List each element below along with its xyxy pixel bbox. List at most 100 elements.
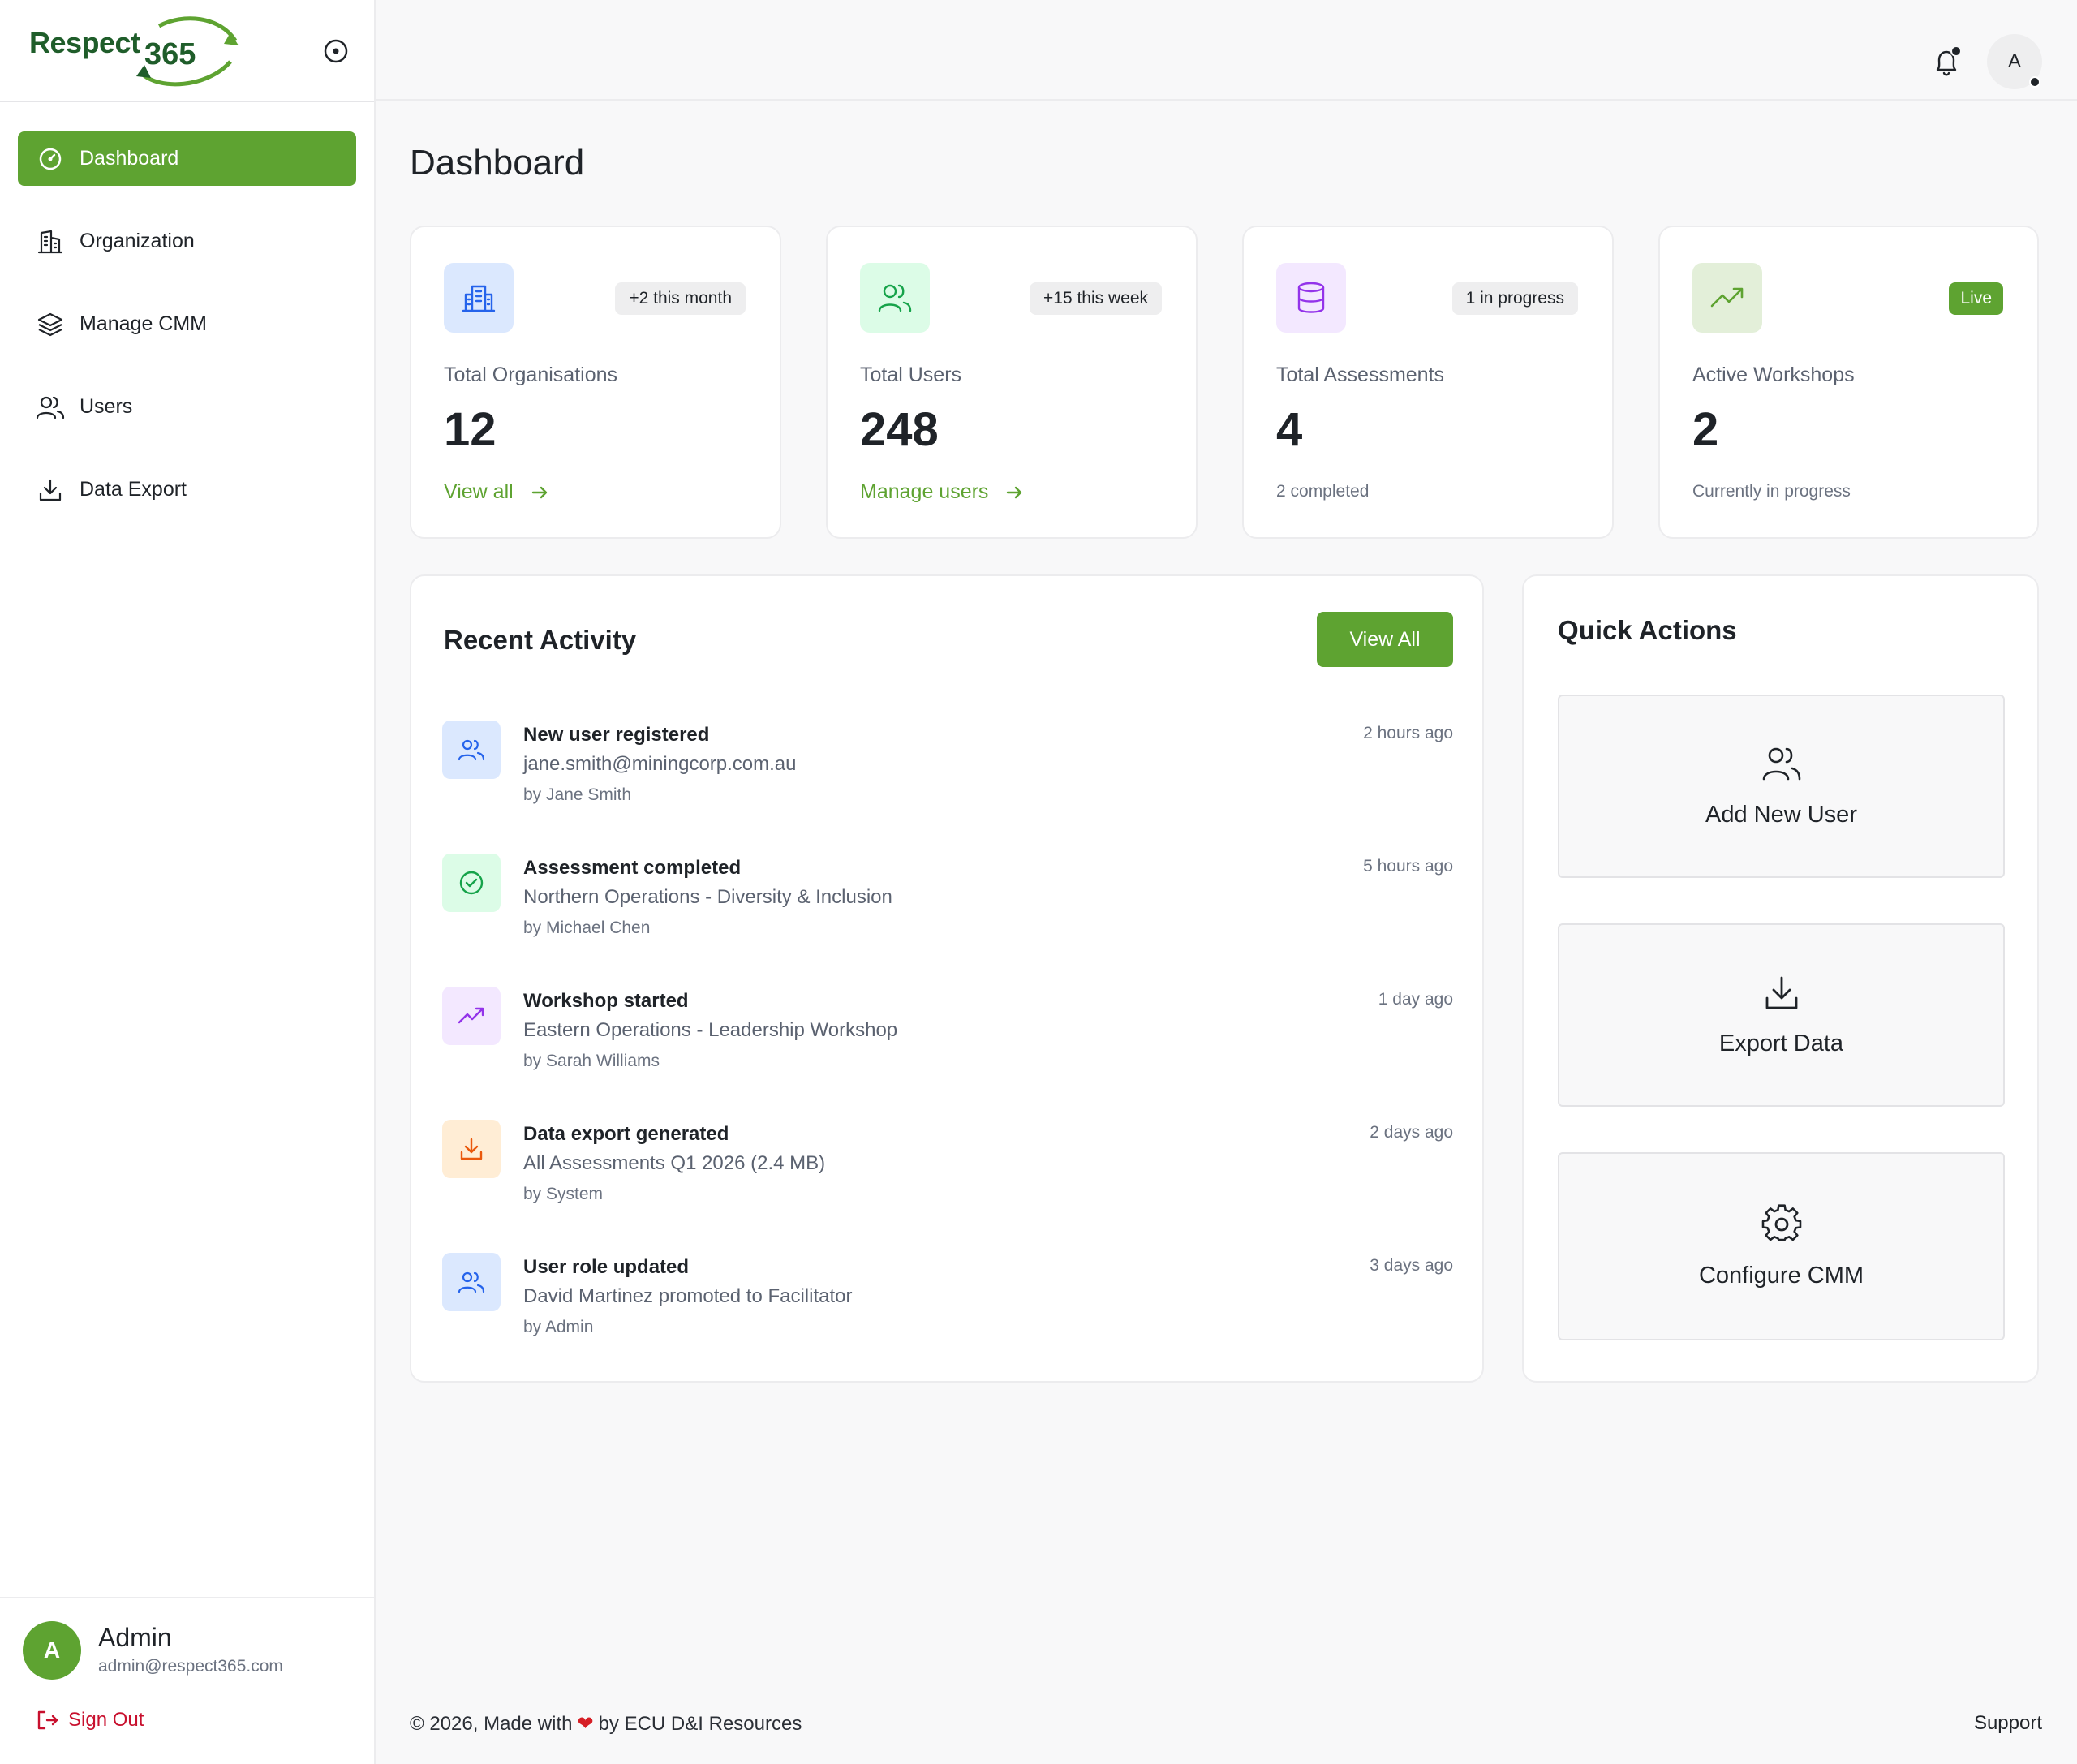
quick-action-label: Add New User: [1705, 802, 1857, 828]
download-icon: [36, 475, 65, 505]
sidebar-nav: Dashboard Organization Manage CMM Users …: [0, 102, 374, 517]
stat-label: Total Organisations: [444, 364, 618, 386]
activity-author: by System: [523, 1185, 604, 1203]
sidebar-user-section: A Admin admin@respect365.com Sign Out: [0, 1597, 374, 1764]
gear-icon: [1761, 1204, 1801, 1241]
activity-description: All Assessments Q1 2026 (2.4 MB): [523, 1152, 826, 1174]
activity-time: 2 days ago: [1370, 1123, 1453, 1142]
activity-item[interactable]: User role updated David Martinez promote…: [442, 1253, 1453, 1350]
brand-number: 365: [144, 37, 196, 71]
stat-card-workshops: Live Active Workshops 2 Currently in pro…: [1658, 226, 2039, 539]
footer-text-end: by ECU D&I Resources: [598, 1712, 802, 1735]
recent-activity-title: Recent Activity: [444, 625, 637, 655]
check-circle-icon: [442, 854, 501, 912]
download-icon: [1765, 976, 1797, 1009]
quick-actions-title: Quick Actions: [1558, 615, 1737, 645]
database-icon: [1276, 263, 1346, 333]
live-badge: Live: [1949, 282, 2003, 315]
heart-icon: ❤: [577, 1713, 594, 1735]
sign-out-icon: [37, 1710, 58, 1730]
stat-card-users: +15 this week Total Users 248 Manage use…: [826, 226, 1198, 539]
brand-logo[interactable]: Respect 365: [29, 16, 239, 88]
manage-users-link[interactable]: Manage users: [860, 480, 1024, 504]
activity-time: 2 hours ago: [1363, 724, 1453, 742]
stat-badge: +2 this month: [615, 282, 746, 315]
brand-name: Respect: [29, 26, 140, 59]
layers-icon: [36, 310, 65, 339]
activity-time: 1 day ago: [1378, 990, 1453, 1009]
notification-dot: [1950, 45, 1962, 57]
quick-action-label: Configure CMM: [1698, 1263, 1864, 1289]
support-link[interactable]: Support: [1974, 1712, 2042, 1735]
users-icon: [442, 721, 501, 779]
activity-item[interactable]: Workshop started Eastern Operations - Le…: [442, 987, 1453, 1084]
sidebar-item-label: Dashboard: [80, 147, 179, 170]
user-avatar[interactable]: A: [23, 1621, 81, 1680]
page-title: Dashboard: [410, 143, 585, 183]
arrow-right-icon: [531, 486, 547, 498]
activity-author: by Michael Chen: [523, 919, 651, 937]
activity-description: Northern Operations - Diversity & Inclus…: [523, 886, 892, 908]
footer-text-start: © 2026, Made with: [410, 1712, 573, 1735]
user-name: Admin: [98, 1623, 172, 1652]
circle-dot-icon: [324, 39, 348, 63]
stat-card-organisations: +2 this month Total Organisations 12 Vie…: [410, 226, 781, 539]
activity-item[interactable]: New user registered jane.smith@miningcor…: [442, 721, 1453, 818]
quick-actions-panel: Quick Actions Add New User Export Data C…: [1522, 574, 2039, 1383]
activity-time: 3 days ago: [1370, 1256, 1453, 1275]
add-new-user-button[interactable]: Add New User: [1558, 695, 2005, 878]
sidebar-item-label: Organization: [80, 230, 195, 252]
users-icon: [442, 1253, 501, 1311]
stat-label: Total Assessments: [1276, 364, 1445, 386]
configure-cmm-button[interactable]: Configure CMM: [1558, 1152, 2005, 1340]
stat-badge: +15 this week: [1030, 282, 1162, 315]
activity-author: by Sarah Williams: [523, 1052, 660, 1070]
profile-initial: A: [2007, 50, 2021, 72]
activity-item[interactable]: Assessment completed Northern Operations…: [442, 854, 1453, 951]
activity-title: Assessment completed: [523, 857, 742, 879]
trending-up-icon: [442, 987, 501, 1045]
activity-title: Data export generated: [523, 1123, 729, 1145]
recent-activity-panel: Recent Activity View All New user regist…: [410, 574, 1484, 1383]
link-label: Manage users: [860, 480, 989, 503]
export-data-button[interactable]: Export Data: [1558, 923, 2005, 1107]
sidebar-item-data-export[interactable]: Data Export: [18, 463, 356, 517]
sidebar-brand: Respect 365: [0, 0, 374, 102]
stat-value: 12: [444, 403, 497, 456]
activity-item[interactable]: Data export generated All Assessments Q1…: [442, 1120, 1453, 1217]
sidebar: Respect 365 Dashboard Organization Manag…: [0, 0, 376, 1764]
sidebar-item-users[interactable]: Users: [18, 380, 356, 434]
stat-subtext: 2 completed: [1276, 482, 1370, 501]
sidebar-item-dashboard[interactable]: Dashboard: [18, 131, 356, 186]
stat-value: 2: [1692, 403, 1719, 456]
collapse-sidebar-button[interactable]: [322, 37, 350, 65]
stat-label: Active Workshops: [1692, 364, 1855, 386]
sidebar-item-label: Manage CMM: [80, 312, 207, 335]
stat-badge: 1 in progress: [1451, 282, 1578, 315]
stat-card-assessments: 1 in progress Total Assessments 4 2 comp…: [1242, 226, 1614, 539]
users-icon: [860, 263, 930, 333]
link-label: View all: [444, 480, 514, 503]
activity-title: User role updated: [523, 1256, 690, 1278]
status-dot: [2029, 76, 2040, 88]
activity-author: by Admin: [523, 1318, 594, 1336]
stat-label: Total Users: [860, 364, 962, 386]
sign-out-button[interactable]: Sign Out: [36, 1709, 144, 1732]
activity-description: jane.smith@miningcorp.com.au: [523, 753, 797, 775]
view-all-organisations-link[interactable]: View all: [444, 480, 549, 504]
activity-time: 5 hours ago: [1363, 857, 1453, 876]
building-icon: [444, 263, 514, 333]
quick-action-label: Export Data: [1718, 1030, 1844, 1056]
sidebar-item-label: Data Export: [80, 478, 187, 501]
sidebar-item-organization[interactable]: Organization: [18, 214, 356, 269]
activity-title: New user registered: [523, 724, 710, 746]
profile-avatar-button[interactable]: A: [1987, 34, 2042, 89]
activity-title: Workshop started: [523, 990, 689, 1012]
sidebar-item-manage-cmm[interactable]: Manage CMM: [18, 297, 356, 351]
gauge-icon: [36, 144, 65, 174]
building-icon: [36, 227, 65, 256]
stat-subtext: Currently in progress: [1692, 482, 1851, 501]
notifications-button[interactable]: [1929, 45, 1963, 80]
view-all-button[interactable]: View All: [1317, 612, 1453, 667]
topbar: A: [376, 0, 2077, 101]
